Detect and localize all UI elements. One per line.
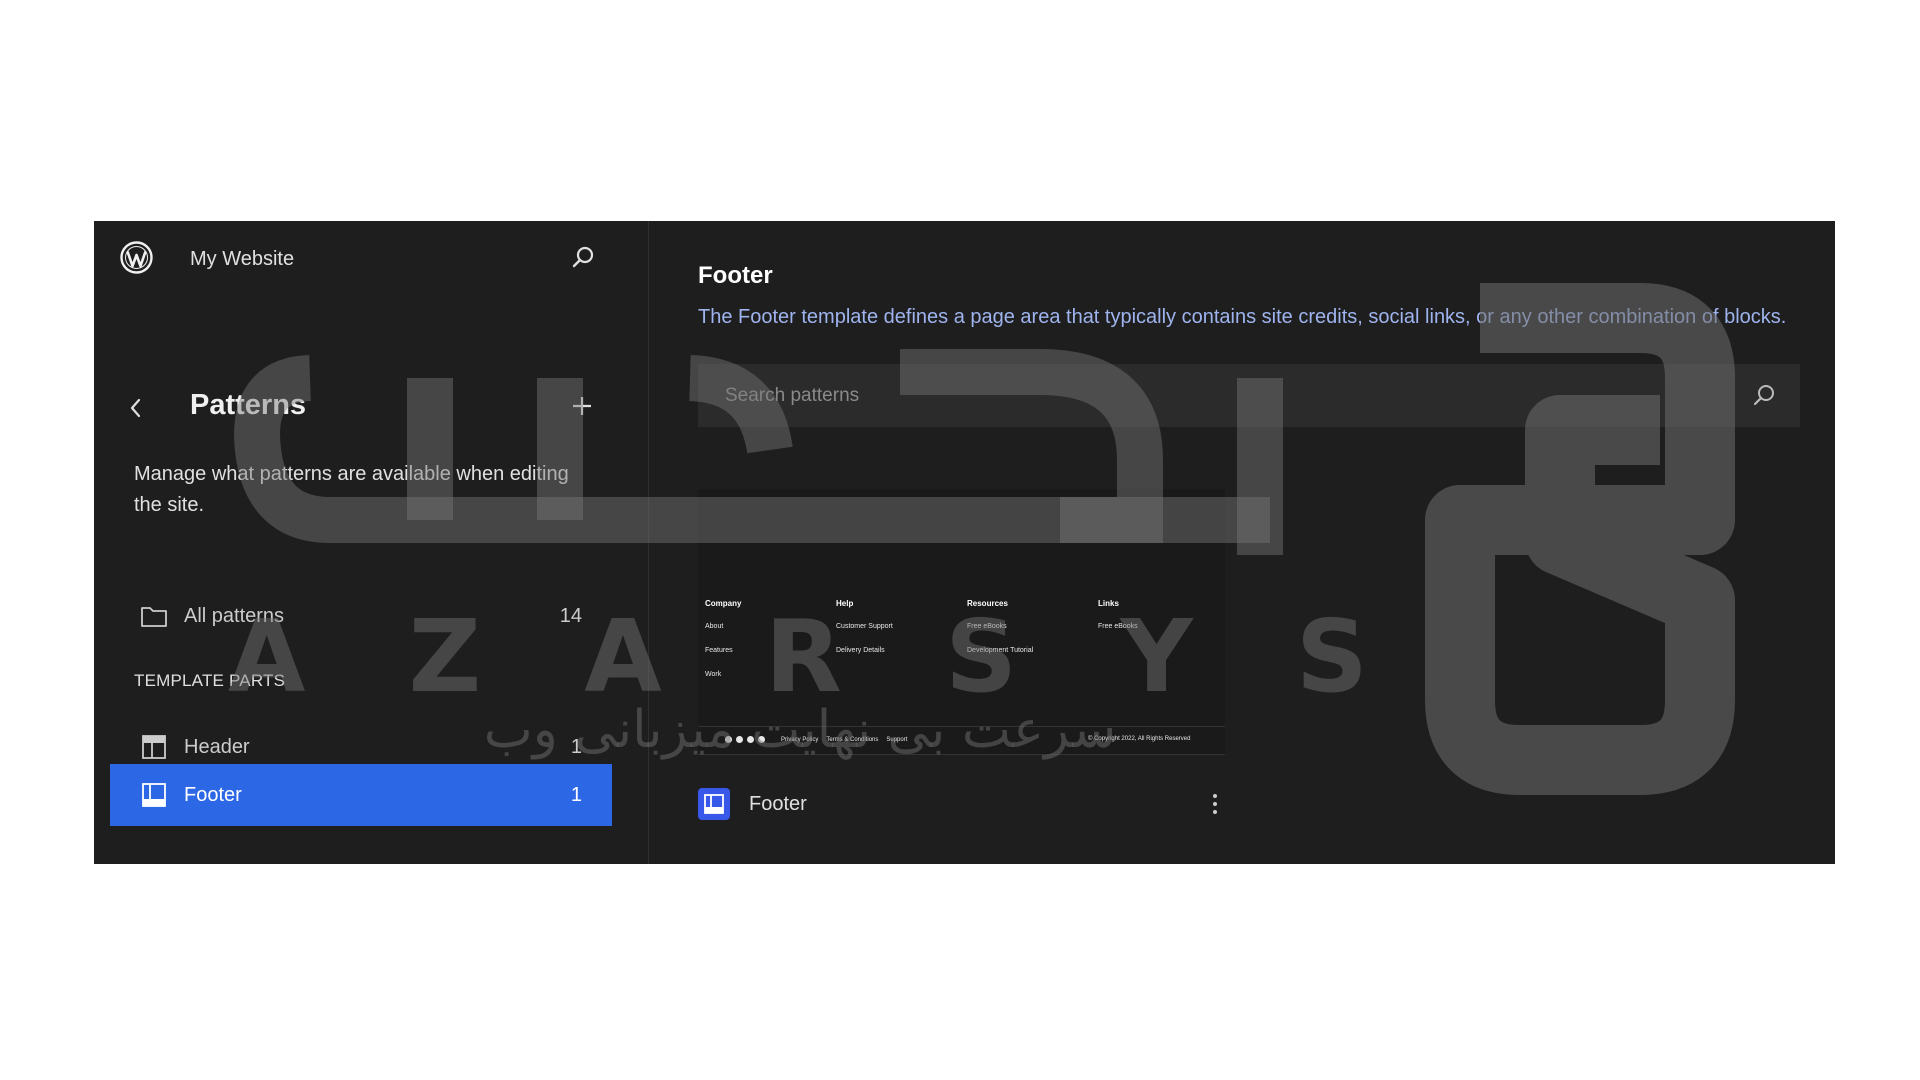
more-vertical-icon[interactable] xyxy=(1205,788,1225,820)
pattern-preview[interactable]: Company About Features Work Help Custome… xyxy=(698,489,1225,755)
sidebar-item-label: Header xyxy=(184,735,250,758)
facebook-icon xyxy=(725,736,732,743)
preview-column: Links Free eBooks xyxy=(1098,599,1229,695)
page-title: Patterns xyxy=(190,389,307,421)
all-patterns-count: 14 xyxy=(559,604,582,627)
preview-heading: Links xyxy=(1098,599,1119,608)
preview-link: Customer Support xyxy=(836,623,893,630)
preview-bottom-bar: Privacy Policy Terms & Conditions Suppor… xyxy=(725,736,915,743)
preview-column: Company About Features Work xyxy=(705,599,836,695)
plus-icon[interactable] xyxy=(567,391,597,421)
template-parts-heading: TEMPLATE PARTS xyxy=(134,671,286,690)
all-patterns-label: All patterns xyxy=(184,604,285,627)
twitter-icon xyxy=(736,736,743,743)
preview-link: Free eBooks xyxy=(1098,623,1138,630)
preview-divider xyxy=(698,726,1225,727)
preview-link: Privacy Policy xyxy=(781,736,819,743)
sidebar-item-footer[interactable]: Footer 1 xyxy=(110,764,612,826)
search-patterns-box xyxy=(698,364,1800,427)
preview-link: Support xyxy=(886,736,908,743)
preview-link: Free eBooks xyxy=(967,623,1007,630)
search-icon[interactable] xyxy=(568,243,598,273)
pattern-card-title[interactable]: Footer xyxy=(749,793,1205,816)
preview-copyright: © Copyright 2022, All Rights Reserved xyxy=(1088,736,1191,742)
content-title: Footer xyxy=(698,262,773,289)
site-title[interactable]: My Website xyxy=(190,248,294,271)
preview-link: Development Tutorial xyxy=(967,647,1034,654)
pattern-card-footer: Footer xyxy=(698,784,1225,824)
preview-link: Work xyxy=(705,671,722,678)
patterns-description: Manage what patterns are available when … xyxy=(134,463,569,516)
preview-heading: Help xyxy=(836,599,854,608)
sidebar-item-label: Footer xyxy=(184,783,242,806)
preview-column: Resources Free eBooks Development Tutori… xyxy=(967,599,1098,695)
preview-columns: Company About Features Work Help Custome… xyxy=(705,599,1229,695)
footer-template-icon xyxy=(698,788,730,820)
search-input[interactable] xyxy=(723,383,1750,408)
preview-link: Features xyxy=(705,647,733,654)
sidebar-item-count: 1 xyxy=(570,783,582,806)
site-editor-window: My Website Patterns Manage what patterns… xyxy=(94,221,1835,864)
sidebar: My Website Patterns Manage what patterns… xyxy=(94,221,649,864)
patterns-content: Footer The Footer template defines a pag… xyxy=(649,221,1835,864)
preview-link: Terms & Conditions xyxy=(826,736,879,743)
search-icon[interactable] xyxy=(1750,382,1778,410)
preview-link: About xyxy=(705,623,724,630)
preview-heading: Company xyxy=(705,599,742,608)
footer-template-icon xyxy=(140,781,168,809)
header-template-icon xyxy=(140,733,168,761)
chevron-left-icon[interactable] xyxy=(124,393,148,423)
preview-column: Help Customer Support Delivery Details xyxy=(836,599,967,695)
preview-heading: Resources xyxy=(967,599,1008,608)
instagram-icon xyxy=(747,736,754,743)
folder-icon xyxy=(140,602,168,630)
sidebar-item-count: 1 xyxy=(570,735,582,758)
github-icon xyxy=(758,736,765,743)
wordpress-logo-icon[interactable] xyxy=(120,241,153,274)
content-description: The Footer template defines a page area … xyxy=(698,306,1787,328)
all-patterns-item[interactable]: All patterns 14 xyxy=(110,585,612,647)
preview-link: Delivery Details xyxy=(836,647,885,654)
social-icons xyxy=(725,736,765,743)
site-hub: My Website xyxy=(94,221,649,297)
